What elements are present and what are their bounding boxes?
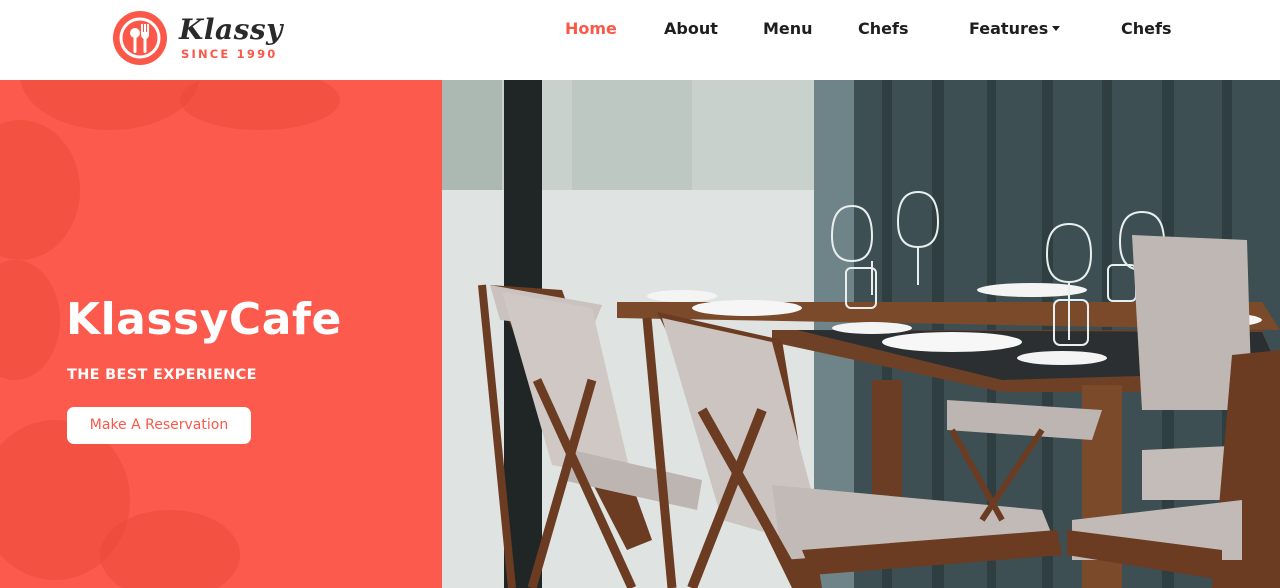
caret-down-icon [1052,26,1061,31]
nav-features-label: Features [969,19,1049,38]
nav-features-dropdown[interactable]: Features [969,19,1061,38]
nav-chefs-2[interactable]: Chefs [1121,19,1171,38]
nav-about[interactable]: About [664,19,718,38]
nav-home[interactable]: Home [565,19,617,38]
hero-subtitle: THE BEST EXPERIENCE [67,367,257,383]
decor-shape [0,260,60,380]
hero-panel: KlassyCafe THE BEST EXPERIENCE Make A Re… [0,80,442,588]
decor-shape [0,120,80,260]
nav-menu[interactable]: Menu [763,19,813,38]
hero-title: KlassyCafe [66,294,342,345]
make-reservation-button[interactable]: Make A Reservation [67,407,251,444]
nav-chefs[interactable]: Chefs [858,19,908,38]
restaurant-photo [442,80,1280,588]
site-header: Klassy SINCE 1990 Home About Menu Chefs … [0,0,1280,80]
decor-shape [20,80,200,130]
decor-shape [180,80,340,130]
main-nav: Home About Menu Chefs Features Chefs [0,0,1280,60]
decor-shape [100,510,240,588]
